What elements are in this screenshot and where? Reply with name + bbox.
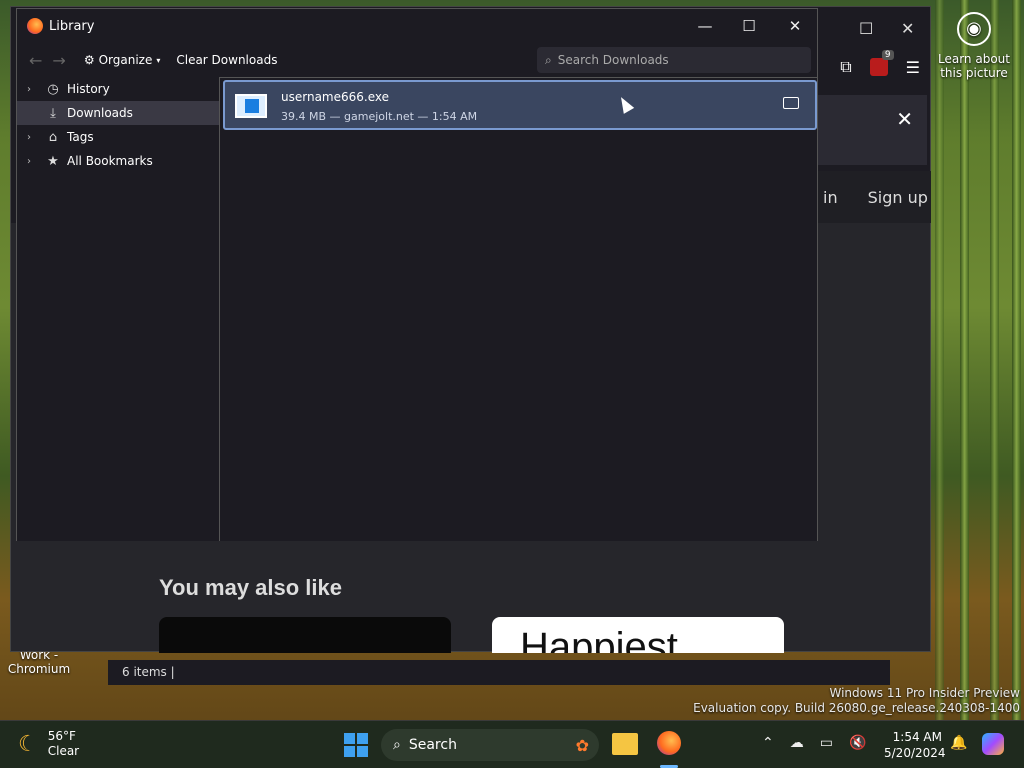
back-arrow-icon[interactable]: ← [29, 51, 42, 70]
sidebar-item-all-bookmarks[interactable]: › ★ All Bookmarks [17, 149, 219, 173]
site-header: in Sign up [811, 171, 931, 223]
weather-temp: 56°F [47, 729, 76, 743]
card-title: Happiest [520, 625, 678, 653]
chevron-right-icon[interactable]: › [27, 156, 39, 167]
tag-icon: ⌂ [48, 129, 58, 145]
file-explorer-icon[interactable] [612, 733, 638, 755]
maximize-icon[interactable]: ☐ [739, 17, 759, 35]
chevron-right-icon[interactable]: › [27, 84, 39, 95]
library-toolbar: ← → ⚙ Organize ▾ Clear Downloads ⌕ Searc… [17, 43, 817, 77]
game-card[interactable]: Happiest [492, 617, 784, 653]
downloads-list: username666.exe 39.4 MB — gamejolt.net —… [219, 77, 817, 541]
sidebar-item-label: Tags [67, 130, 94, 144]
clock-time: 1:54 AM [892, 730, 942, 744]
watermark-line1: Windows 11 Pro Insider Preview [829, 686, 1020, 700]
weather-desc: Clear [47, 744, 80, 758]
star-icon: ★ [47, 153, 59, 169]
search-input[interactable]: ⌕ Search Downloads [537, 47, 811, 73]
watermark-line2: Evaluation copy. Build 26080.ge_release.… [693, 701, 1020, 715]
chevron-down-icon: ▾ [156, 55, 161, 65]
taskbar-search[interactable]: ⌕ Search ✿ [381, 729, 599, 761]
taskbar-clock[interactable]: 1:54 AM 5/20/2024 [884, 729, 946, 761]
download-name: username666.exe [281, 90, 389, 104]
mouse-cursor-icon [615, 94, 635, 114]
desktop-shortcut-label[interactable]: Work - Chromium [4, 648, 74, 676]
section-title: You may also like [159, 575, 343, 600]
chevron-up-icon[interactable]: ⌃ [762, 735, 774, 751]
firefox-icon [27, 18, 43, 34]
game-card[interactable] [159, 617, 451, 653]
sidebar-item-history[interactable]: › ◷ History [17, 77, 219, 101]
weather-widget[interactable]: ☾ 56°F Clear [18, 729, 79, 759]
search-label: Search [408, 737, 457, 753]
sidebar-item-label: History [67, 82, 110, 96]
volume-icon[interactable]: 🔇 [849, 735, 866, 751]
learn-about-picture[interactable]: ◉ Learn about this picture [932, 12, 1016, 80]
sidebar-item-label: Downloads [67, 106, 133, 120]
download-icon: ⤓ [50, 105, 56, 121]
minimize-icon[interactable]: — [695, 17, 715, 35]
exe-file-icon [235, 94, 267, 118]
list-item[interactable]: username666.exe 39.4 MB — gamejolt.net —… [223, 80, 817, 130]
extensions-icon[interactable]: ⧉ [840, 57, 851, 77]
organize-label: Organize [98, 53, 153, 67]
status-bar: 6 items | [108, 660, 890, 685]
sidebar-item-downloads[interactable]: ⤓ Downloads [17, 101, 219, 125]
sign-in-link[interactable]: in [823, 188, 838, 207]
chevron-right-icon[interactable]: › [27, 132, 39, 143]
clock-date: 5/20/2024 [884, 746, 946, 760]
menu-icon[interactable]: ☰ [906, 58, 920, 77]
close-icon[interactable]: ✕ [901, 19, 914, 38]
folder-icon[interactable] [783, 97, 799, 109]
notification-bell-icon[interactable]: 🔔 [950, 735, 967, 751]
search-placeholder: Search Downloads [557, 53, 669, 67]
organize-button[interactable]: ⚙ Organize ▾ [84, 53, 161, 67]
sign-up-link[interactable]: Sign up [868, 188, 928, 207]
windows-start-icon[interactable] [344, 733, 368, 757]
close-icon[interactable]: ✕ [896, 107, 913, 131]
notification-panel: ✕ [811, 95, 927, 165]
close-icon[interactable]: ✕ [785, 17, 805, 35]
search-icon: ⌕ [393, 737, 401, 753]
status-items: 6 items [122, 665, 167, 679]
browser-toolbar: ⧉ 9 ☰ [840, 50, 920, 77]
sidebar-item-tags[interactable]: › ⌂ Tags [17, 125, 219, 149]
library-sidebar: › ◷ History ⤓ Downloads › ⌂ Tags › ★ All… [17, 77, 219, 541]
gear-icon: ⚙ [83, 53, 95, 67]
library-window: Library — ☐ ✕ ← → ⚙ Organize ▾ Clear Dow… [16, 8, 818, 541]
system-tray: ⌃ ☁ ▭ 🔇 [762, 735, 866, 751]
extension-count: 9 [881, 50, 894, 60]
network-icon[interactable]: ▭ [820, 735, 833, 751]
ublock-badge-icon[interactable]: 9 [869, 50, 894, 76]
onedrive-icon[interactable]: ☁ [790, 735, 804, 751]
search-highlight-icon: ✿ [575, 735, 589, 755]
clock-icon: ◷ [47, 81, 59, 97]
sidebar-item-label: All Bookmarks [67, 154, 153, 168]
camera-icon: ◉ [957, 12, 991, 46]
learn-about-label: Learn about this picture [938, 52, 1010, 80]
moon-icon: ☾ [18, 731, 38, 757]
windows-watermark: Windows 11 Pro Insider Preview Evaluatio… [693, 686, 1020, 716]
forward-arrow-icon[interactable]: → [52, 51, 65, 70]
download-meta: 39.4 MB — gamejolt.net — 1:54 AM [281, 110, 478, 123]
maximize-icon[interactable]: ☐ [859, 19, 873, 38]
search-icon: ⌕ [545, 52, 552, 67]
window-title: Library [49, 18, 95, 34]
clear-downloads-button[interactable]: Clear Downloads [176, 53, 277, 67]
copilot-icon[interactable] [982, 733, 1004, 755]
taskbar: ☾ 56°F Clear ⌕ Search ✿ ⌃ ☁ ▭ 🔇 1:54 AM … [0, 720, 1024, 768]
firefox-icon[interactable] [657, 731, 681, 755]
